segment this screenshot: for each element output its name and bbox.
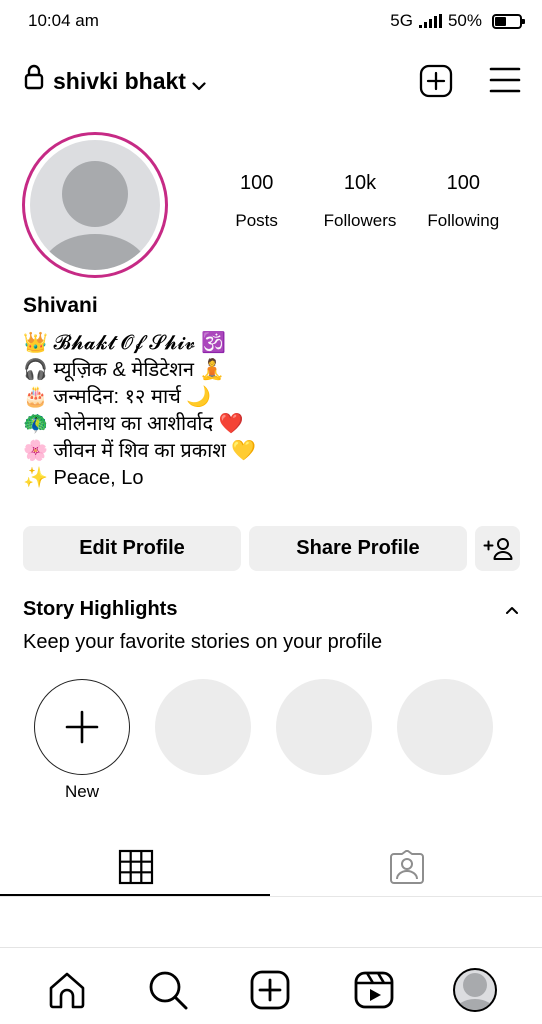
stat-label: Posts: [235, 211, 278, 230]
new-highlight-button[interactable]: New: [34, 679, 130, 802]
signal-icon: [418, 14, 442, 28]
story-highlights-title: Story Highlights: [23, 598, 178, 620]
battery-icon: [492, 13, 525, 29]
followers-stat[interactable]: 10k Followers: [308, 172, 411, 231]
stat-label: Following: [427, 211, 500, 230]
edit-profile-button[interactable]: Edit Profile: [23, 526, 241, 571]
search-icon: [149, 971, 188, 1010]
chevron-up-icon: [506, 607, 518, 614]
bio-line: 👑 𝓑𝓱𝓪𝓴𝓽 𝓞𝓯 𝓢𝓱𝓲𝓿 🕉️: [23, 332, 226, 354]
status-indicators: 5G 50%: [390, 11, 525, 31]
nav-profile[interactable]: [453, 968, 497, 1012]
story-highlights-subtitle: Keep your favorite stories on your profi…: [23, 631, 383, 653]
nav-home[interactable]: [45, 968, 89, 1012]
discover-people-button[interactable]: [475, 526, 520, 571]
new-highlight-label: New: [64, 782, 99, 801]
status-time: 10:04 am: [28, 11, 99, 30]
bio-line: ✨ Peace, Lo: [23, 467, 144, 489]
account-switcher[interactable]: shivki bhakt: [53, 66, 206, 97]
tabs-divider: [0, 896, 542, 897]
nav-search[interactable]: [146, 968, 190, 1012]
profile-actions: Edit Profile Share Profile: [23, 526, 520, 571]
lock-icon: [24, 64, 44, 95]
home-icon: [49, 972, 85, 1009]
stat-value: 10k: [343, 172, 377, 194]
nav-create[interactable]: [248, 968, 292, 1012]
highlight-placeholder: [276, 679, 372, 775]
avatar: [30, 140, 160, 270]
status-bar: 10:04 am 5G 50%: [0, 0, 542, 42]
new-highlight-circle: [34, 679, 130, 775]
posts-stat[interactable]: 100 Posts: [205, 172, 308, 231]
tab-posts-grid[interactable]: [0, 838, 271, 896]
reels-icon: [354, 971, 394, 1009]
tagged-icon: [389, 850, 424, 884]
share-profile-button[interactable]: Share Profile: [249, 526, 467, 571]
profile-tabs: [0, 838, 542, 898]
plus-icon: [65, 710, 99, 744]
bio-line: 🌸 जीवन में शिव का प्रकाश 💛: [23, 440, 257, 462]
stat-value: 100: [446, 172, 480, 194]
profile-stats: 100 Posts 10k Followers 100 Following: [205, 172, 515, 231]
nav-reels[interactable]: [352, 968, 396, 1012]
bio-line: 🎂 जन्मदिन: १२ मार्च 🌙: [23, 386, 212, 408]
following-stat[interactable]: 100 Following: [412, 172, 515, 231]
network-type: 5G: [390, 11, 413, 30]
profile-avatar: [453, 968, 497, 1012]
display-name: Shivani: [23, 294, 98, 317]
bottom-navigation: [0, 947, 542, 1024]
stat-value: 100: [239, 172, 274, 194]
tab-tagged[interactable]: [271, 838, 542, 896]
profile-header: shivki bhakt: [0, 56, 542, 104]
bio: 👑 𝓑𝓱𝓪𝓴𝓽 𝓞𝓯 𝓢𝓱𝓲𝓿 🕉️ 🎧 म्यूज़िक & मेडिटेशन…: [23, 330, 256, 492]
grid-icon: [118, 849, 153, 885]
stat-label: Followers: [323, 211, 397, 230]
create-icon: [250, 970, 290, 1010]
bio-line: 🎧 म्यूज़िक & मेडिटेशन 🧘: [23, 359, 225, 381]
menu-icon: [489, 67, 521, 93]
collapse-highlights-button[interactable]: [504, 602, 520, 620]
profile-picture[interactable]: [22, 132, 168, 278]
bio-line: 🦚 भोलेनाथ का आशीर्वाद ❤️: [23, 413, 244, 435]
highlights-row: New: [34, 679, 504, 809]
add-user-icon: [483, 537, 512, 560]
highlight-placeholder: [155, 679, 251, 775]
username: shivki bhakt: [53, 68, 186, 94]
battery-percent: 50%: [447, 11, 482, 30]
menu-button[interactable]: [489, 66, 521, 94]
plus-square-icon: [419, 64, 453, 98]
highlight-placeholder: [397, 679, 493, 775]
create-post-button[interactable]: [419, 64, 453, 98]
chevron-down-icon: [192, 70, 206, 97]
